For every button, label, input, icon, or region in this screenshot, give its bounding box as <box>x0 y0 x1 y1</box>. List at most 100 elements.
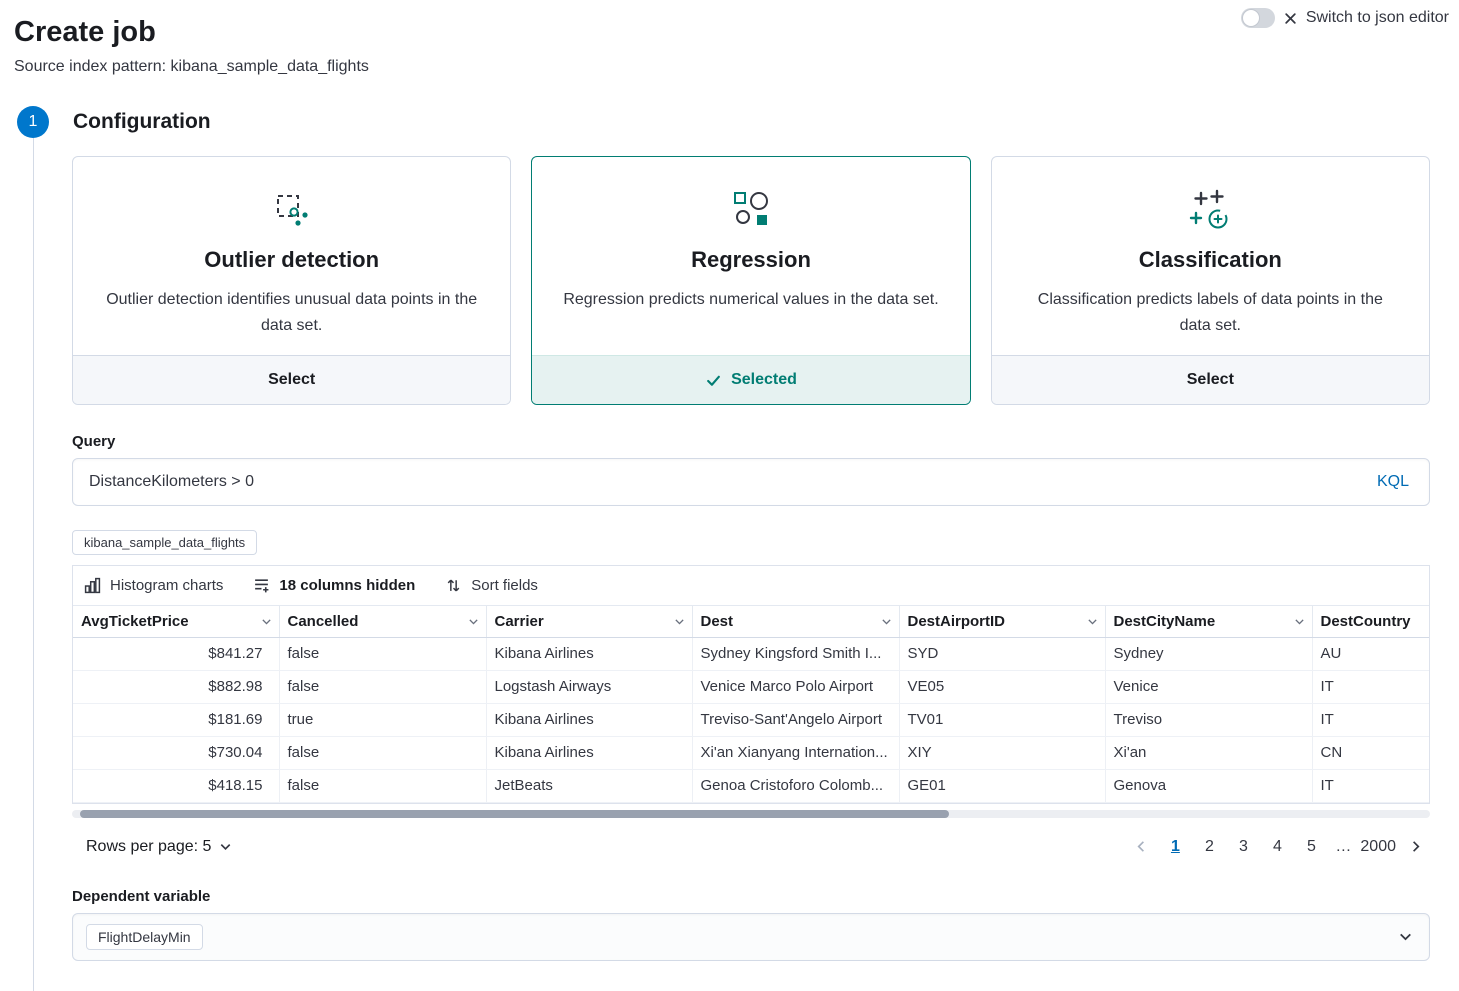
table-row: $730.04 false Kibana Airlines Xi'an Xian… <box>73 736 1429 769</box>
regression-icon <box>562 183 939 237</box>
card-title: Regression <box>562 247 939 273</box>
card-body: Outlier detection Outlier detection iden… <box>73 157 510 355</box>
cell: true <box>279 703 486 736</box>
step-number-badge: 1 <box>17 106 49 138</box>
dependent-variable-section: Dependent variable FlightDelayMin <box>72 888 1430 961</box>
next-page-button[interactable] <box>1400 832 1430 862</box>
table-header-row: AvgTicketPrice Cancelled Carrier Dest De… <box>73 606 1429 637</box>
chevron-down-icon <box>880 615 893 628</box>
card-description: Outlier detection identifies unusual dat… <box>103 287 480 339</box>
pagination-ellipsis: … <box>1330 838 1356 856</box>
table-row: $181.69 true Kibana Airlines Treviso-San… <box>73 703 1429 736</box>
rows-per-page-button[interactable]: Rows per page: 5 <box>86 838 233 856</box>
regression-selected-button[interactable]: Selected <box>532 355 969 404</box>
chevron-right-icon <box>1408 839 1423 854</box>
column-header-cancelled[interactable]: Cancelled <box>279 606 486 637</box>
page-button-2[interactable]: 2 <box>1194 832 1224 862</box>
grid-toolbar: Histogram charts 18 columns hidden Sort … <box>73 566 1429 606</box>
histogram-icon <box>84 577 101 594</box>
cell: Sydney Kingsford Smith I... <box>692 637 899 670</box>
card-body: Regression Regression predicts numerical… <box>532 157 969 355</box>
histogram-charts-button[interactable]: Histogram charts <box>84 577 223 594</box>
query-section: Query DistanceKilometers > 0 KQL <box>72 433 1430 506</box>
cell: IT <box>1312 703 1429 736</box>
step-header: 1 Configuration <box>17 106 1459 138</box>
cell: TV01 <box>899 703 1105 736</box>
json-editor-switch-group: Switch to json editor <box>1241 8 1449 28</box>
column-header-carrier[interactable]: Carrier <box>486 606 692 637</box>
cell: JetBeats <box>486 769 692 802</box>
cell: $841.27 <box>73 637 279 670</box>
cell: $882.98 <box>73 670 279 703</box>
histogram-label: Histogram charts <box>110 577 223 594</box>
column-header-destcityname[interactable]: DestCityName <box>1105 606 1312 637</box>
cell: false <box>279 670 486 703</box>
column-header-destcountry[interactable]: DestCountry <box>1312 606 1429 637</box>
chevron-down-icon <box>1397 928 1414 945</box>
chevron-down-icon <box>218 839 233 854</box>
column-header-dest[interactable]: Dest <box>692 606 899 637</box>
card-description: Regression predicts numerical values in … <box>562 287 939 313</box>
column-header-avgticketprice[interactable]: AvgTicketPrice <box>73 606 279 637</box>
page-header: Create job Source index pattern: kibana_… <box>0 0 1459 76</box>
cell: GE01 <box>899 769 1105 802</box>
sort-fields-button[interactable]: Sort fields <box>445 577 538 594</box>
cell: false <box>279 736 486 769</box>
pagination: 1 2 3 4 5 … 2000 <box>1126 832 1430 862</box>
rows-per-page-label: Rows per page: 5 <box>86 838 211 856</box>
chevron-left-icon <box>1134 839 1149 854</box>
cell: SYD <box>899 637 1105 670</box>
chevron-down-icon <box>260 615 273 628</box>
select-label: Select <box>268 371 315 389</box>
scrollbar-thumb[interactable] <box>80 810 949 818</box>
column-header-destairportid[interactable]: DestAirportID <box>899 606 1105 637</box>
toggle-off-cross-icon <box>1284 12 1297 25</box>
toggle-thumb <box>1242 9 1260 27</box>
cell: Treviso-Sant'Angelo Airport <box>692 703 899 736</box>
cell: Kibana Airlines <box>486 736 692 769</box>
flights-table: AvgTicketPrice Cancelled Carrier Dest De… <box>73 606 1429 803</box>
step-heading: Configuration <box>73 110 211 134</box>
dependent-variable-select[interactable]: FlightDelayMin <box>72 913 1430 961</box>
cell: Venice <box>1105 670 1312 703</box>
query-input[interactable]: DistanceKilometers > 0 KQL <box>72 458 1430 506</box>
card-body: Classification Classification predicts l… <box>992 157 1429 355</box>
check-icon <box>705 372 722 389</box>
table-row: $882.98 false Logstash Airways Venice Ma… <box>73 670 1429 703</box>
cell: Logstash Airways <box>486 670 692 703</box>
card-title: Classification <box>1022 247 1399 273</box>
dependent-variable-value-pill[interactable]: FlightDelayMin <box>86 924 203 950</box>
json-editor-toggle[interactable] <box>1241 8 1275 28</box>
columns-hidden-button[interactable]: 18 columns hidden <box>253 577 415 594</box>
cell: Venice Marco Polo Airport <box>692 670 899 703</box>
chevron-down-icon <box>467 615 480 628</box>
page-button-3[interactable]: 3 <box>1228 832 1258 862</box>
page-button-2000[interactable]: 2000 <box>1360 832 1396 862</box>
columns-hidden-label: 18 columns hidden <box>279 577 415 594</box>
page-button-4[interactable]: 4 <box>1262 832 1292 862</box>
chevron-down-icon <box>1086 615 1099 628</box>
cell: XIY <box>899 736 1105 769</box>
select-outlier-detection-button[interactable]: Select <box>73 355 510 404</box>
select-classification-button[interactable]: Select <box>992 355 1429 404</box>
query-language-button[interactable]: KQL <box>1357 473 1429 491</box>
index-pattern-badge: kibana_sample_data_flights <box>72 530 257 555</box>
previous-page-button[interactable] <box>1126 832 1156 862</box>
page-title: Create job <box>14 14 1443 50</box>
page-button-1[interactable]: 1 <box>1160 832 1190 862</box>
card-regression: Regression Regression predicts numerical… <box>531 156 970 405</box>
cell: CN <box>1312 736 1429 769</box>
selected-label: Selected <box>731 371 797 389</box>
cell: false <box>279 637 486 670</box>
card-classification: Classification Classification predicts l… <box>991 156 1430 405</box>
cell: Xi'an <box>1105 736 1312 769</box>
card-outlier-detection: Outlier detection Outlier detection iden… <box>72 156 511 405</box>
columns-list-add-icon <box>253 577 270 594</box>
page-button-5[interactable]: 5 <box>1296 832 1326 862</box>
select-label: Select <box>1187 371 1234 389</box>
table-row: $841.27 false Kibana Airlines Sydney Kin… <box>73 637 1429 670</box>
cell: Sydney <box>1105 637 1312 670</box>
grid-footer: Rows per page: 5 1 2 3 4 5 … 2000 <box>72 832 1430 862</box>
chevron-down-icon <box>1293 615 1306 628</box>
cell: IT <box>1312 670 1429 703</box>
